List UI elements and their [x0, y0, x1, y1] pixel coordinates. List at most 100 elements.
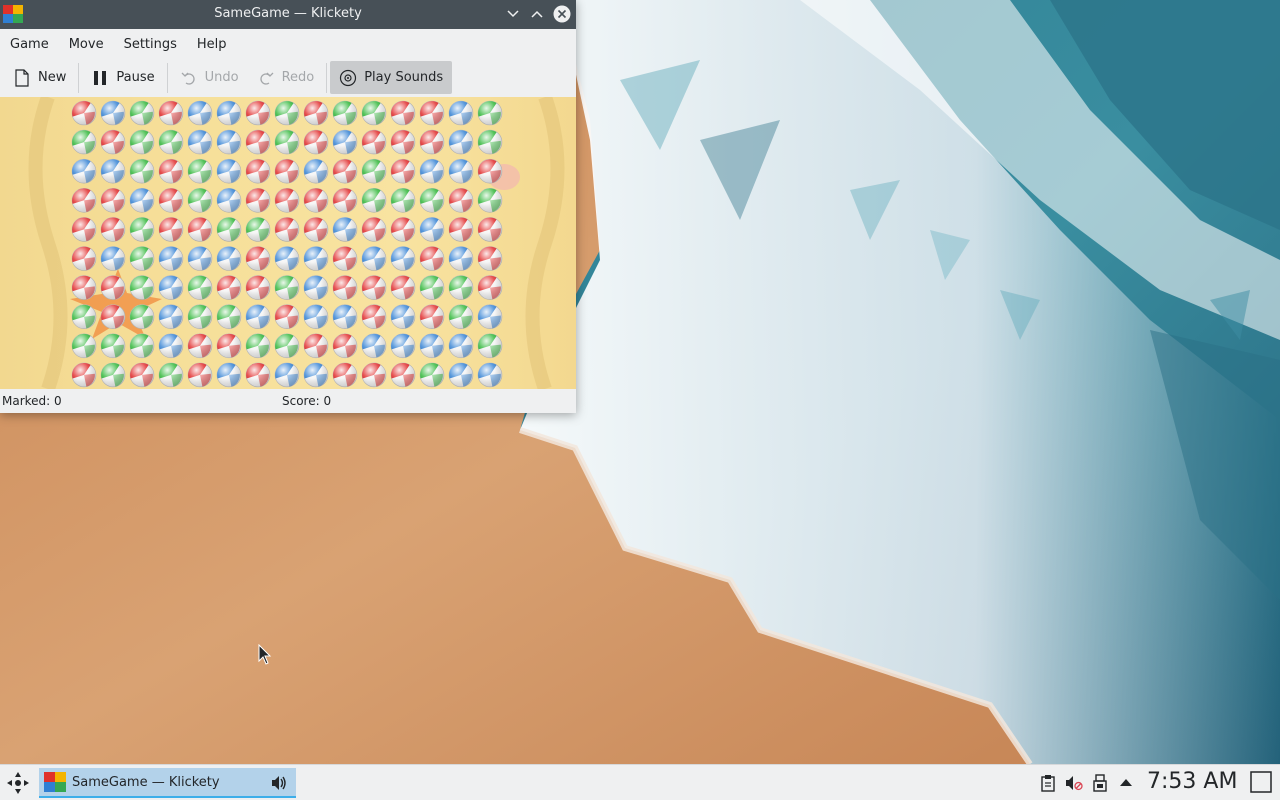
- undo-button[interactable]: Undo: [171, 61, 248, 94]
- game-ball[interactable]: [477, 333, 503, 359]
- game-ball[interactable]: [361, 304, 387, 329]
- game-ball[interactable]: [245, 100, 271, 126]
- game-ball[interactable]: [274, 275, 300, 300]
- game-ball[interactable]: [361, 158, 387, 184]
- game-ball[interactable]: [274, 158, 300, 184]
- game-ball[interactable]: [245, 129, 271, 155]
- game-ball[interactable]: [448, 333, 474, 359]
- game-ball[interactable]: [361, 362, 387, 388]
- game-ball[interactable]: [158, 217, 184, 242]
- game-ball[interactable]: [477, 304, 503, 329]
- game-ball[interactable]: [187, 158, 213, 184]
- game-ball[interactable]: [245, 158, 271, 184]
- game-ball[interactable]: [303, 129, 329, 155]
- game-ball[interactable]: [216, 158, 242, 184]
- game-ball[interactable]: [129, 188, 155, 213]
- game-ball[interactable]: [100, 158, 126, 184]
- game-ball[interactable]: [419, 275, 445, 300]
- game-ball[interactable]: [419, 129, 445, 155]
- game-ball[interactable]: [303, 275, 329, 300]
- game-ball[interactable]: [187, 304, 213, 329]
- game-ball[interactable]: [129, 158, 155, 184]
- game-ball[interactable]: [448, 129, 474, 155]
- game-ball[interactable]: [361, 129, 387, 155]
- game-ball[interactable]: [390, 275, 416, 300]
- game-ball[interactable]: [129, 246, 155, 271]
- game-ball[interactable]: [390, 129, 416, 155]
- game-ball[interactable]: [419, 100, 445, 126]
- game-ball[interactable]: [448, 188, 474, 213]
- game-ball[interactable]: [71, 304, 97, 329]
- game-ball[interactable]: [187, 129, 213, 155]
- application-launcher-icon[interactable]: [5, 770, 31, 796]
- game-ball[interactable]: [361, 217, 387, 242]
- close-button[interactable]: [552, 4, 572, 24]
- game-ball[interactable]: [361, 246, 387, 271]
- game-ball[interactable]: [129, 129, 155, 155]
- redo-button[interactable]: Redo: [248, 61, 324, 94]
- game-ball[interactable]: [361, 275, 387, 300]
- game-ball[interactable]: [390, 333, 416, 359]
- game-ball[interactable]: [129, 304, 155, 329]
- game-ball[interactable]: [477, 246, 503, 271]
- game-ball[interactable]: [332, 129, 358, 155]
- game-ball[interactable]: [216, 275, 242, 300]
- game-ball[interactable]: [332, 217, 358, 242]
- game-ball[interactable]: [390, 304, 416, 329]
- game-ball[interactable]: [477, 158, 503, 184]
- game-ball[interactable]: [303, 158, 329, 184]
- menu-help[interactable]: Help: [190, 37, 234, 52]
- game-ball[interactable]: [477, 275, 503, 300]
- audio-playing-icon[interactable]: [270, 774, 288, 792]
- game-ball[interactable]: [274, 333, 300, 359]
- game-ball[interactable]: [390, 188, 416, 213]
- game-ball[interactable]: [390, 158, 416, 184]
- game-ball[interactable]: [129, 275, 155, 300]
- game-ball[interactable]: [216, 100, 242, 126]
- game-ball[interactable]: [158, 275, 184, 300]
- game-ball[interactable]: [332, 275, 358, 300]
- game-ball[interactable]: [419, 304, 445, 329]
- game-ball[interactable]: [303, 304, 329, 329]
- game-ball[interactable]: [71, 158, 97, 184]
- game-ball[interactable]: [158, 333, 184, 359]
- game-ball[interactable]: [419, 362, 445, 388]
- game-ball[interactable]: [129, 333, 155, 359]
- game-ball[interactable]: [216, 304, 242, 329]
- game-ball[interactable]: [158, 158, 184, 184]
- game-ball[interactable]: [71, 129, 97, 155]
- game-ball[interactable]: [477, 129, 503, 155]
- game-ball[interactable]: [303, 333, 329, 359]
- game-ball[interactable]: [158, 129, 184, 155]
- game-ball[interactable]: [216, 333, 242, 359]
- game-ball[interactable]: [71, 217, 97, 242]
- game-ball[interactable]: [303, 217, 329, 242]
- game-ball[interactable]: [419, 333, 445, 359]
- game-ball[interactable]: [216, 188, 242, 213]
- game-ball[interactable]: [274, 246, 300, 271]
- play-sounds-toggle[interactable]: Play Sounds: [330, 61, 453, 94]
- game-ball[interactable]: [245, 333, 271, 359]
- game-ball[interactable]: [71, 275, 97, 300]
- menu-settings[interactable]: Settings: [117, 37, 184, 52]
- game-ball[interactable]: [129, 217, 155, 242]
- game-ball[interactable]: [245, 275, 271, 300]
- game-ball[interactable]: [274, 304, 300, 329]
- game-ball[interactable]: [158, 304, 184, 329]
- game-ball[interactable]: [419, 158, 445, 184]
- game-ball[interactable]: [448, 304, 474, 329]
- game-board[interactable]: [0, 97, 576, 389]
- game-ball[interactable]: [332, 362, 358, 388]
- game-ball[interactable]: [216, 362, 242, 388]
- game-ball[interactable]: [477, 217, 503, 242]
- game-ball[interactable]: [303, 100, 329, 126]
- ball-grid[interactable]: [0, 97, 576, 389]
- game-ball[interactable]: [187, 333, 213, 359]
- game-ball[interactable]: [100, 275, 126, 300]
- volume-muted-icon[interactable]: [1065, 774, 1083, 792]
- game-ball[interactable]: [245, 217, 271, 242]
- game-ball[interactable]: [158, 362, 184, 388]
- show-desktop-icon[interactable]: [1249, 770, 1273, 794]
- game-ball[interactable]: [216, 246, 242, 271]
- game-ball[interactable]: [477, 100, 503, 126]
